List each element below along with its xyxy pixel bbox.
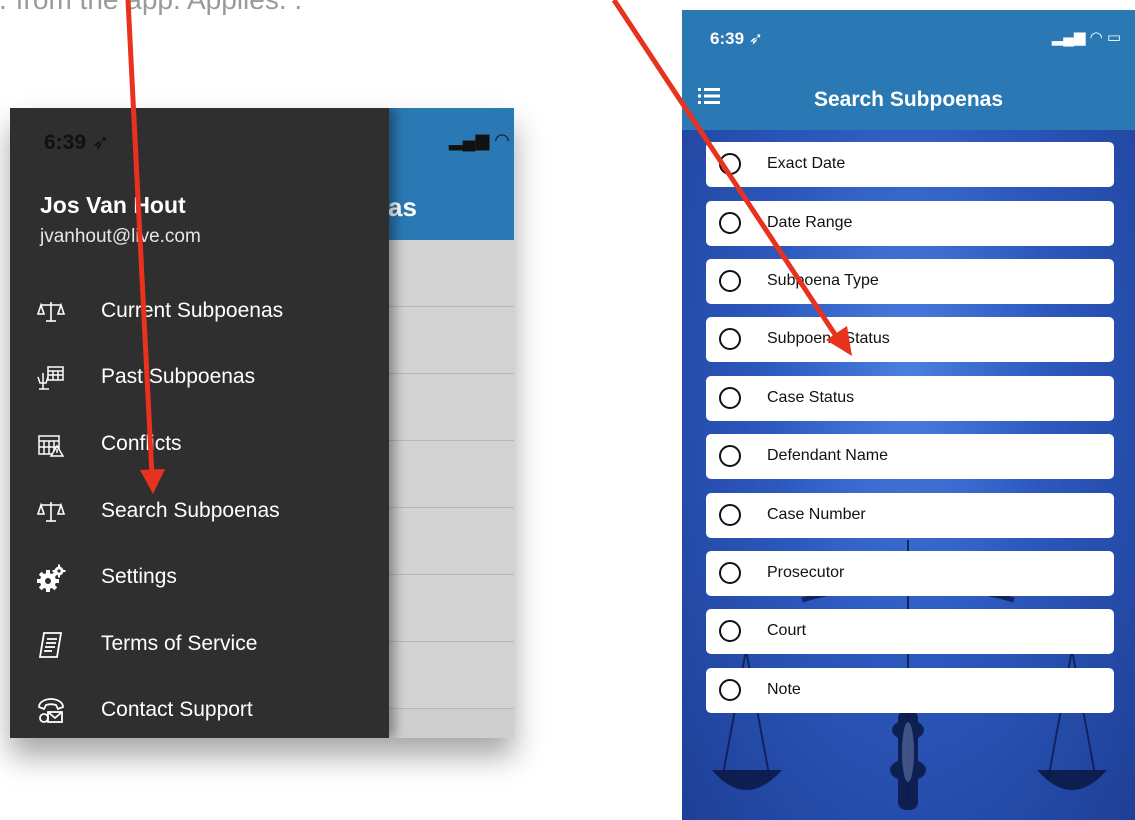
right-phone-screenshot: 6:39 ➶ ▂▄▆ ◠ ▭ Search Subpoenas Exact Da… xyxy=(682,10,1135,820)
option-label: Subpoena Status xyxy=(767,330,890,347)
radio-button[interactable] xyxy=(719,562,741,584)
menu-item-label: Conflicts xyxy=(101,432,182,455)
menu-item-label: Current Subpoenas xyxy=(101,299,284,322)
option-date-range[interactable]: Date Range xyxy=(706,201,1114,246)
document-icon xyxy=(36,630,66,660)
option-exact-date[interactable]: Exact Date xyxy=(706,142,1114,187)
option-label: Note xyxy=(767,681,801,698)
radio-button[interactable] xyxy=(719,212,741,234)
option-note[interactable]: Note xyxy=(706,668,1114,713)
user-email: jvanhout@live.com xyxy=(40,226,201,247)
signal-wifi-icon: ▂▄▆ ◠ xyxy=(448,130,510,150)
phone-mail-icon xyxy=(36,696,66,726)
nav-bar: Search Subpoenas xyxy=(682,68,1135,130)
radio-button[interactable] xyxy=(719,679,741,701)
option-prosecutor[interactable]: Prosecutor xyxy=(706,551,1114,596)
menu-item-label: Search Subpoenas xyxy=(101,499,280,522)
radio-button[interactable] xyxy=(719,620,741,642)
scales-icon xyxy=(36,497,66,527)
menu-item-label: Past Subpoenas xyxy=(101,365,256,388)
option-subpoena-status[interactable]: Subpoena Status xyxy=(706,317,1114,362)
gears-icon xyxy=(36,563,66,593)
radio-button[interactable] xyxy=(719,270,741,292)
option-label: Case Number xyxy=(767,506,866,523)
option-label: Date Range xyxy=(767,214,853,231)
radio-button[interactable] xyxy=(719,387,741,409)
menu-item-conflicts[interactable]: Conflicts xyxy=(10,418,389,474)
option-case-status[interactable]: Case Status xyxy=(706,376,1114,421)
option-label: Case Status xyxy=(767,389,855,406)
menu-item-terms-of-service[interactable]: Terms of Service xyxy=(10,618,389,674)
calendar-scales-icon xyxy=(36,363,66,393)
scales-icon xyxy=(36,297,66,327)
menu-item-label: Contact Support xyxy=(101,698,253,721)
option-defendant-name[interactable]: Defendant Name xyxy=(706,434,1114,479)
option-court[interactable]: Court xyxy=(706,609,1114,654)
option-label: Subpoena Type xyxy=(767,272,879,289)
option-label: Exact Date xyxy=(767,155,846,172)
option-label: Court xyxy=(767,622,807,639)
menu-item-contact-support[interactable]: Contact Support xyxy=(10,684,389,738)
option-label: Prosecutor xyxy=(767,564,845,581)
menu-item-settings[interactable]: Settings xyxy=(10,551,389,607)
status-bar: 6:39 ➶ ▂▄▆ ◠ ▭ xyxy=(682,10,1135,68)
side-drawer: 6:39 ➶ Jos Van Hout jvanhout@live.com Cu… xyxy=(10,108,389,738)
page-title: Search Subpoenas xyxy=(813,88,1004,111)
menu-item-past-subpoenas[interactable]: Past Subpoenas xyxy=(10,351,389,407)
option-label: Defendant Name xyxy=(767,447,888,464)
menu-item-label: Settings xyxy=(101,565,177,588)
status-time: 6:39 ➶ xyxy=(710,29,763,48)
menu-item-current-subpoenas[interactable]: Current Subpoenas xyxy=(10,285,389,341)
signal-wifi-battery-icon: ▂▄▆ ◠ ▭ xyxy=(1051,29,1121,46)
option-case-number[interactable]: Case Number xyxy=(706,493,1114,538)
status-time: 6:39 ➶ xyxy=(44,131,110,154)
option-subpoena-type[interactable]: Subpoena Type xyxy=(706,259,1114,304)
left-phone-screenshot: ▂▄▆ ◠ as 6:39 ➶ Jos Van Hout jvanhout@li… xyxy=(10,108,514,738)
calendar-warning-icon xyxy=(36,430,66,460)
background-title-fragment: as xyxy=(388,192,417,222)
radio-button[interactable] xyxy=(719,445,741,467)
menu-item-label: Terms of Service xyxy=(101,632,258,655)
radio-button[interactable] xyxy=(719,328,741,350)
menu-item-search-subpoenas[interactable]: Search Subpoenas xyxy=(10,485,389,541)
top-caption: … from the app. Applies. . xyxy=(0,0,680,16)
user-name: Jos Van Hout xyxy=(40,192,186,218)
radio-button[interactable] xyxy=(719,504,741,526)
radio-button[interactable] xyxy=(719,153,741,175)
